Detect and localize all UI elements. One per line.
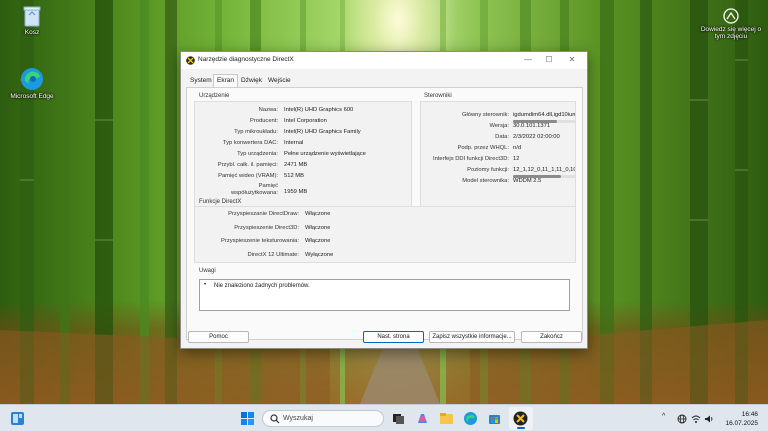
next-page-button[interactable]: Nast. strona bbox=[363, 331, 424, 343]
total-memory-label: Przybl. całk. il. pamięci: bbox=[217, 162, 278, 168]
feature-levels-hscroll[interactable] bbox=[513, 175, 575, 178]
language-globe-icon[interactable] bbox=[677, 414, 687, 424]
device-type-label: Typ urządzenia: bbox=[237, 151, 278, 157]
search-placeholder: Wyszukaj bbox=[283, 415, 313, 422]
device-name-value: Intel(R) UHD Graphics 600 bbox=[284, 107, 354, 113]
dxdiag-taskbar-icon bbox=[513, 411, 528, 426]
manufacturer-label: Producent: bbox=[249, 118, 278, 124]
learn-line-2: tym zdjęciu bbox=[714, 33, 748, 40]
driver-version-value: 30.0.101.1371 bbox=[513, 123, 551, 129]
dxdiag-taskbar-button[interactable] bbox=[509, 407, 533, 430]
total-memory-value: 2471 MB bbox=[284, 162, 308, 168]
clock-time: 16:46 bbox=[741, 411, 758, 418]
chip-type-value: Intel(R) UHD Graphics Family bbox=[284, 129, 361, 135]
notes-box[interactable]: • Nie znaleziono żadnych problemów. bbox=[199, 279, 570, 311]
edge-icon bbox=[21, 68, 43, 90]
feature-levels-value: 12_1,12_0,11_1,11_0,10_1,10_0,9_3 bbox=[513, 167, 575, 173]
start-icon[interactable] bbox=[240, 411, 255, 426]
texture-accel-value: Włączone bbox=[305, 238, 331, 244]
clock-date: 16.07.2025 bbox=[725, 420, 758, 427]
main-driver-hscroll-thumb[interactable] bbox=[513, 120, 557, 123]
directdraw-value: Włączone bbox=[305, 211, 331, 217]
dac-type-value: Internal bbox=[284, 140, 304, 146]
search-icon bbox=[270, 414, 280, 424]
device-group-title: Urządzenie bbox=[199, 93, 230, 99]
chip-type-label: Typ mikroukładu: bbox=[234, 129, 278, 135]
recycle-bin-label: Kosz bbox=[24, 29, 40, 36]
directx-features-title: Funkcje DirectX bbox=[199, 199, 242, 205]
directdraw-label: Przyspieszanie DirectDraw: bbox=[228, 211, 299, 217]
maximize-button[interactable]: ☐ bbox=[543, 54, 555, 66]
dac-type-label: Typ konwertera DAC: bbox=[222, 140, 278, 146]
driver-date-value: 2/3/2022 02:00:00 bbox=[513, 134, 560, 140]
main-driver-label: Główny sterownik: bbox=[461, 112, 509, 118]
minimize-button[interactable]: — bbox=[522, 54, 534, 66]
dx12-ultimate-label: DirectX 12 Ultimate: bbox=[247, 252, 299, 258]
recycle-bin-icon bbox=[23, 6, 41, 27]
help-button[interactable]: Pomoc bbox=[188, 331, 249, 343]
device-type-value: Pełne urządzenie wyświetlające bbox=[284, 151, 366, 157]
drivers-group-title: Sterowniki bbox=[424, 93, 452, 99]
taskbar-clock[interactable]: 16:46 16.07.2025 bbox=[725, 410, 758, 428]
feature-levels-label: Poziomy funkcji: bbox=[467, 167, 509, 173]
taskbar-search[interactable]: Wyszukaj bbox=[262, 410, 384, 427]
widgets-icon[interactable] bbox=[10, 411, 25, 426]
d3d-ddi-value: 12 bbox=[513, 156, 520, 162]
task-view-icon[interactable] bbox=[391, 411, 406, 426]
driver-model-label: Model sterownika: bbox=[462, 178, 509, 184]
desktop-icon-recycle-bin[interactable]: Kosz bbox=[14, 5, 50, 36]
vram-value: 512 MB bbox=[284, 173, 304, 179]
driver-version-label: Wersja: bbox=[489, 123, 509, 129]
direct3d-value: Włączone bbox=[305, 225, 331, 231]
learn-line-1: Dowiedz się więcej o bbox=[700, 26, 762, 33]
file-explorer-icon[interactable] bbox=[439, 411, 454, 426]
title-bar[interactable]: Narzędzie diagnostyczne DirectX — ☐ ✕ bbox=[181, 52, 587, 69]
store-icon[interactable] bbox=[487, 411, 502, 426]
edge-label: Microsoft Edge bbox=[10, 93, 54, 100]
tab-sound[interactable]: Dźwięk bbox=[238, 75, 265, 87]
directx-diagnostic-window: Narzędzie diagnostyczne DirectX — ☐ ✕ Sy… bbox=[180, 51, 588, 349]
shared-memory-label-1: Pamięć bbox=[258, 183, 278, 189]
close-button[interactable]: ✕ bbox=[566, 54, 578, 66]
main-driver-value: igdumdim64.dll,igd10iumd64.dll,igd bbox=[513, 112, 575, 118]
driver-model-value: WDDM 2.5 bbox=[513, 178, 542, 184]
window-title: Narzędzie diagnostyczne DirectX bbox=[198, 56, 294, 63]
learn-about-picture[interactable]: Dowiedz się więcej o tym zdjęciu bbox=[698, 8, 764, 40]
note-item: Nie znaleziono żadnych problemów. bbox=[214, 283, 310, 289]
active-indicator bbox=[517, 427, 525, 429]
whql-label: Podp. przez WHQL: bbox=[457, 145, 509, 151]
save-all-info-button[interactable]: Zapisz wszystkie informacje... bbox=[429, 331, 515, 343]
taskbar: Wyszukaj ^ 16:46 16.07.2025 bbox=[0, 404, 768, 431]
directx-features-box: Przyspieszanie DirectDraw: Włączone Przy… bbox=[194, 206, 576, 263]
tab-system[interactable]: System bbox=[187, 75, 215, 87]
manufacturer-value: Intel Corporation bbox=[284, 118, 327, 124]
notes-title: Uwagi bbox=[199, 268, 216, 274]
d3d-ddi-label: Interfejs DDI funkcji Direct3D: bbox=[432, 156, 509, 162]
feature-levels-hscroll-thumb[interactable] bbox=[513, 175, 561, 178]
edge-taskbar-icon[interactable] bbox=[463, 411, 478, 426]
tab-display[interactable]: Ekran bbox=[213, 74, 238, 87]
device-name-label: Nazwa: bbox=[258, 107, 278, 113]
wifi-icon[interactable] bbox=[691, 414, 701, 424]
dx12-ultimate-value: Wyłączone bbox=[305, 252, 334, 258]
dxdiag-app-icon bbox=[186, 56, 195, 65]
vram-label: Pamięć wideo (VRAM): bbox=[218, 173, 278, 179]
tab-input[interactable]: Wejście bbox=[265, 75, 294, 87]
tray-overflow-chevron[interactable]: ^ bbox=[662, 413, 665, 420]
desktop-icon-edge[interactable]: Microsoft Edge bbox=[4, 67, 60, 100]
shared-memory-label-2: współużytkowana: bbox=[230, 190, 278, 196]
driver-date-label: Data: bbox=[495, 134, 509, 140]
main-driver-hscroll[interactable] bbox=[513, 120, 575, 123]
volume-icon[interactable] bbox=[704, 414, 714, 424]
direct3d-label: Przyspieszenie Direct3D: bbox=[234, 225, 299, 231]
note-bullet: • bbox=[204, 282, 207, 288]
camera-icon bbox=[723, 8, 739, 24]
whql-value: n/d bbox=[513, 145, 522, 151]
shared-memory-value: 1959 MB bbox=[284, 189, 308, 195]
texture-accel-label: Przyspieszenie teksturowania: bbox=[221, 238, 299, 244]
copilot-icon[interactable] bbox=[415, 411, 430, 426]
exit-button[interactable]: Zakończ bbox=[521, 331, 582, 343]
